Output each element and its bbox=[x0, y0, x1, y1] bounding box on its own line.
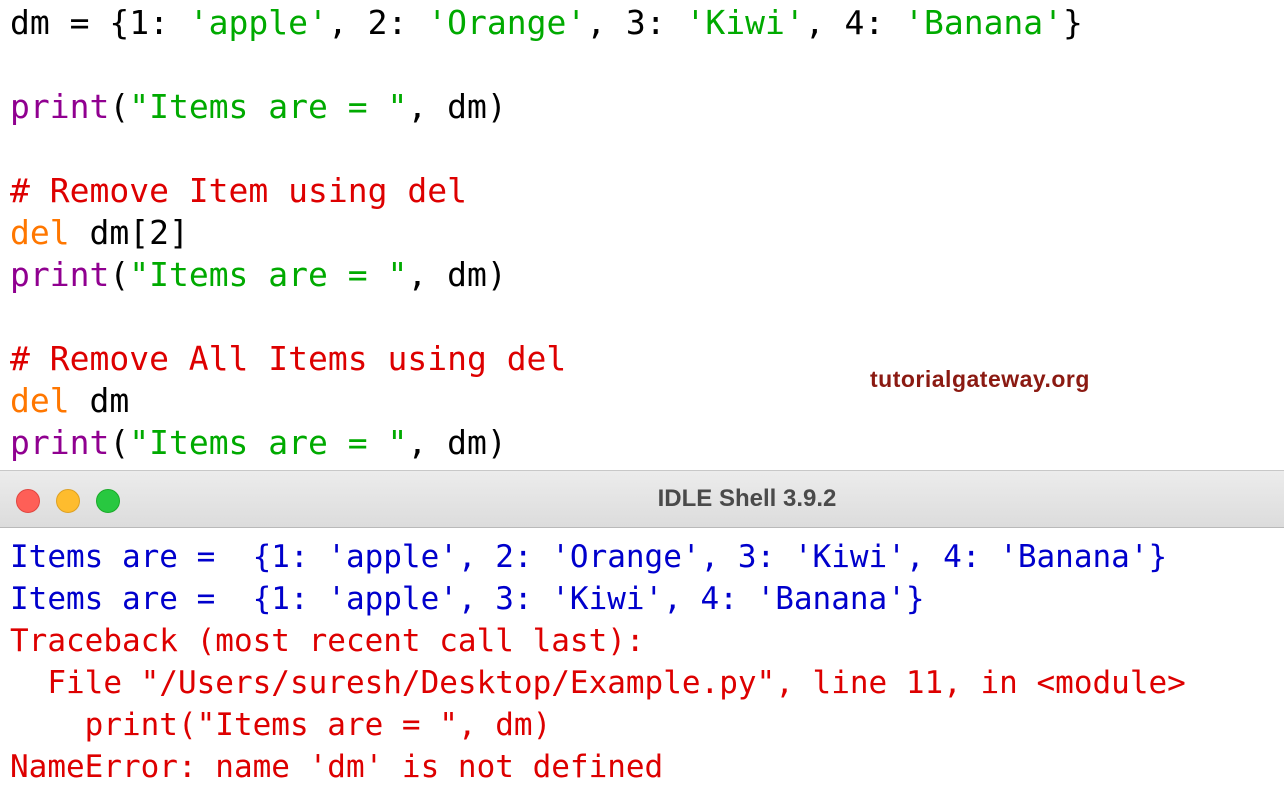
code-line[interactable]: del dm[2] bbox=[10, 212, 189, 254]
code-line[interactable]: print("Items are = ", dm) bbox=[10, 422, 507, 464]
code-token: "Items are = " bbox=[129, 423, 408, 462]
code-token: , 2: bbox=[327, 3, 428, 42]
code-token: print bbox=[10, 255, 110, 294]
code-token: 'Orange' bbox=[427, 3, 587, 42]
code-token: , dm) bbox=[407, 255, 507, 294]
shell-output-line: File "/Users/suresh/Desktop/Example.py",… bbox=[10, 665, 1186, 701]
shell-output-line: Traceback (most recent call last): bbox=[10, 623, 645, 659]
code-line[interactable]: del dm bbox=[10, 380, 129, 422]
code-line[interactable]: # Remove All Items using del bbox=[10, 338, 566, 380]
code-token: , dm) bbox=[407, 423, 507, 462]
code-token: dm = {1: bbox=[10, 3, 189, 42]
code-token: 'apple' bbox=[188, 3, 328, 42]
shell-output-line: print("Items are = ", dm) bbox=[10, 707, 552, 743]
code-token: , 4: bbox=[804, 3, 905, 42]
code-token: 'Banana' bbox=[904, 3, 1064, 42]
watermark-logo: tutorialgateway.org bbox=[870, 366, 1090, 392]
shell-output-line: Items are = {1: 'apple', 2: 'Orange', 3:… bbox=[10, 539, 1168, 575]
code-token: dm[2] bbox=[69, 213, 189, 252]
window-title: IDLE Shell 3.9.2 bbox=[657, 485, 837, 512]
idle-shell-window: IDLE Shell 3.9.2 Items are = {1: 'apple'… bbox=[0, 470, 1284, 796]
code-token: "Items are = " bbox=[129, 255, 408, 294]
code-editor[interactable]: dm = {1: 'apple', 2: 'Orange', 3: 'Kiwi'… bbox=[0, 0, 1284, 470]
shell-output-line: NameError: name 'dm' is not defined bbox=[10, 749, 664, 785]
code-line[interactable]: print("Items are = ", dm) bbox=[10, 254, 507, 296]
code-token: ( bbox=[109, 255, 130, 294]
code-token: ( bbox=[109, 87, 130, 126]
code-token: , 3: bbox=[586, 3, 686, 42]
code-token: , dm) bbox=[407, 87, 507, 126]
code-token: } bbox=[1063, 3, 1083, 42]
code-line[interactable]: # Remove Item using del bbox=[10, 170, 467, 212]
shell-output[interactable]: Items are = {1: 'apple', 2: 'Orange', 3:… bbox=[0, 528, 1284, 796]
code-token: del bbox=[10, 381, 70, 420]
code-line[interactable]: print("Items are = ", dm) bbox=[10, 86, 507, 128]
code-token: print bbox=[10, 87, 110, 126]
code-token: # Remove All Items using del bbox=[10, 339, 567, 378]
code-token: del bbox=[10, 213, 70, 252]
code-token: "Items are = " bbox=[129, 87, 408, 126]
code-token: print bbox=[10, 423, 110, 462]
code-token: ( bbox=[109, 423, 130, 462]
code-token: dm bbox=[69, 381, 130, 420]
window-titlebar[interactable]: IDLE Shell 3.9.2 bbox=[0, 470, 1284, 528]
code-token: # Remove Item using del bbox=[10, 171, 467, 210]
code-line[interactable]: dm = {1: 'apple', 2: 'Orange', 3: 'Kiwi'… bbox=[10, 2, 1083, 44]
shell-output-line: Items are = {1: 'apple', 3: 'Kiwi', 4: '… bbox=[10, 581, 925, 617]
code-token: 'Kiwi' bbox=[685, 3, 805, 42]
